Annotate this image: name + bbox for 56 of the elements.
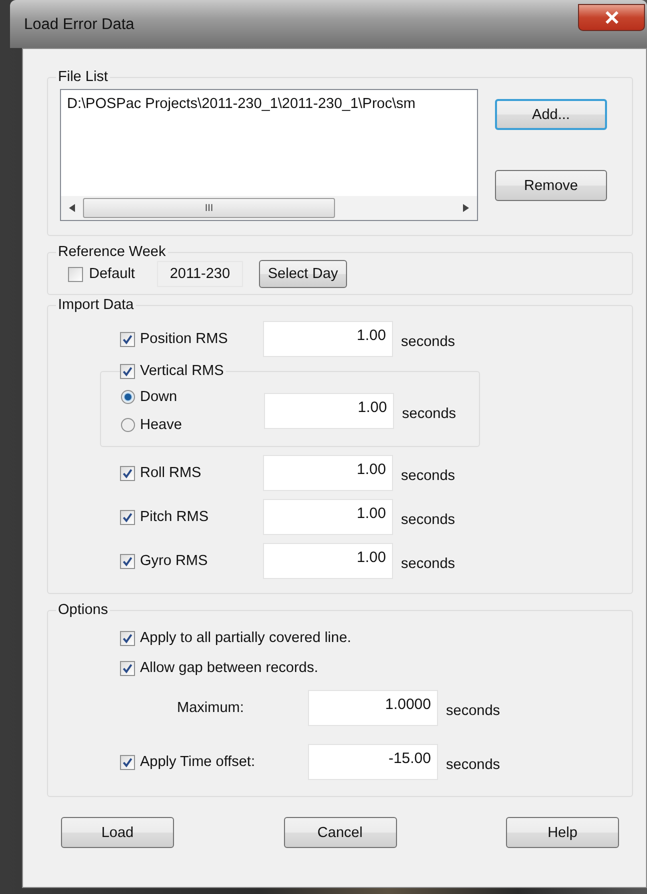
unit-label: seconds bbox=[401, 512, 456, 528]
radio-button[interactable] bbox=[121, 390, 135, 404]
close-icon bbox=[604, 11, 620, 24]
scrollbar[interactable]: III bbox=[61, 196, 477, 220]
group-title: File List bbox=[57, 69, 109, 85]
checkbox[interactable] bbox=[120, 660, 135, 676]
input-field[interactable]: 1.0000 bbox=[308, 690, 438, 726]
select-day-button[interactable]: Select Day bbox=[258, 260, 347, 288]
field-label: Maximum: bbox=[176, 700, 245, 716]
checkbox-label[interactable]: Position RMS bbox=[140, 331, 228, 347]
checkbox[interactable] bbox=[68, 266, 83, 282]
checkbox-label[interactable]: Gyro RMS bbox=[140, 553, 208, 569]
checkbox[interactable] bbox=[120, 364, 135, 378]
input-field[interactable]: 1.00 bbox=[263, 543, 393, 579]
unit-label: seconds bbox=[401, 334, 456, 350]
checkbox-label[interactable]: Pitch RMS bbox=[140, 509, 208, 525]
dialog-button[interactable]: Help bbox=[506, 817, 619, 848]
unit-label: seconds bbox=[401, 556, 456, 572]
input-field[interactable]: 1.00 bbox=[263, 455, 393, 491]
radio-label[interactable]: Heave bbox=[140, 417, 182, 433]
checkbox-label[interactable]: Apply to all partially covered line. bbox=[140, 630, 352, 646]
list-item[interactable]: D:\POSPac Projects\2011-230_1\2011-230_1\Proc\sm bbox=[67, 96, 471, 112]
dialog-button[interactable]: Remove bbox=[495, 170, 607, 201]
file-list[interactable]: D:\POSPac Projects\2011-230_1\2011-230_1\Proc\sm III bbox=[60, 89, 478, 221]
radio-button[interactable] bbox=[121, 418, 135, 432]
checkbox[interactable] bbox=[120, 754, 135, 770]
checkbox-label[interactable]: Allow gap between records. bbox=[140, 660, 318, 676]
dialog-button[interactable]: Cancel bbox=[284, 817, 396, 848]
checkbox-label[interactable]: Apply Time offset: bbox=[140, 754, 255, 770]
unit-label: seconds bbox=[401, 468, 456, 484]
input-field[interactable]: 1.00 bbox=[263, 499, 393, 535]
checkbox[interactable] bbox=[120, 554, 135, 568]
group-title: Reference Week bbox=[57, 244, 167, 260]
scroll-left-icon[interactable] bbox=[69, 204, 75, 212]
checkbox-label[interactable]: Default bbox=[89, 266, 135, 282]
checkbox[interactable] bbox=[120, 466, 135, 480]
checkbox[interactable] bbox=[120, 630, 135, 646]
scrollbar-thumb[interactable]: III bbox=[83, 198, 335, 218]
checkbox[interactable] bbox=[120, 332, 135, 346]
window-title: Load Error Data bbox=[24, 16, 134, 34]
unit-label: seconds bbox=[402, 406, 456, 422]
input-field[interactable]: -15.00 bbox=[308, 744, 438, 780]
unit-label: seconds bbox=[446, 757, 500, 773]
scroll-right-icon[interactable] bbox=[463, 204, 469, 212]
input-field[interactable]: 1.00 bbox=[264, 393, 394, 429]
dialog-button[interactable]: Load bbox=[61, 817, 174, 848]
radio-label[interactable]: Down bbox=[140, 389, 178, 405]
dialog-button[interactable]: Add... bbox=[495, 99, 607, 130]
checkbox-label[interactable]: Roll RMS bbox=[140, 465, 202, 481]
input-field[interactable]: 1.00 bbox=[263, 321, 393, 357]
group-title: Options bbox=[57, 602, 109, 618]
group-title: Import Data bbox=[57, 297, 135, 313]
checkbox[interactable] bbox=[120, 510, 135, 524]
week-field[interactable]: 2011-230 bbox=[156, 261, 243, 287]
unit-label: seconds bbox=[446, 703, 500, 719]
close-button[interactable] bbox=[578, 4, 645, 31]
